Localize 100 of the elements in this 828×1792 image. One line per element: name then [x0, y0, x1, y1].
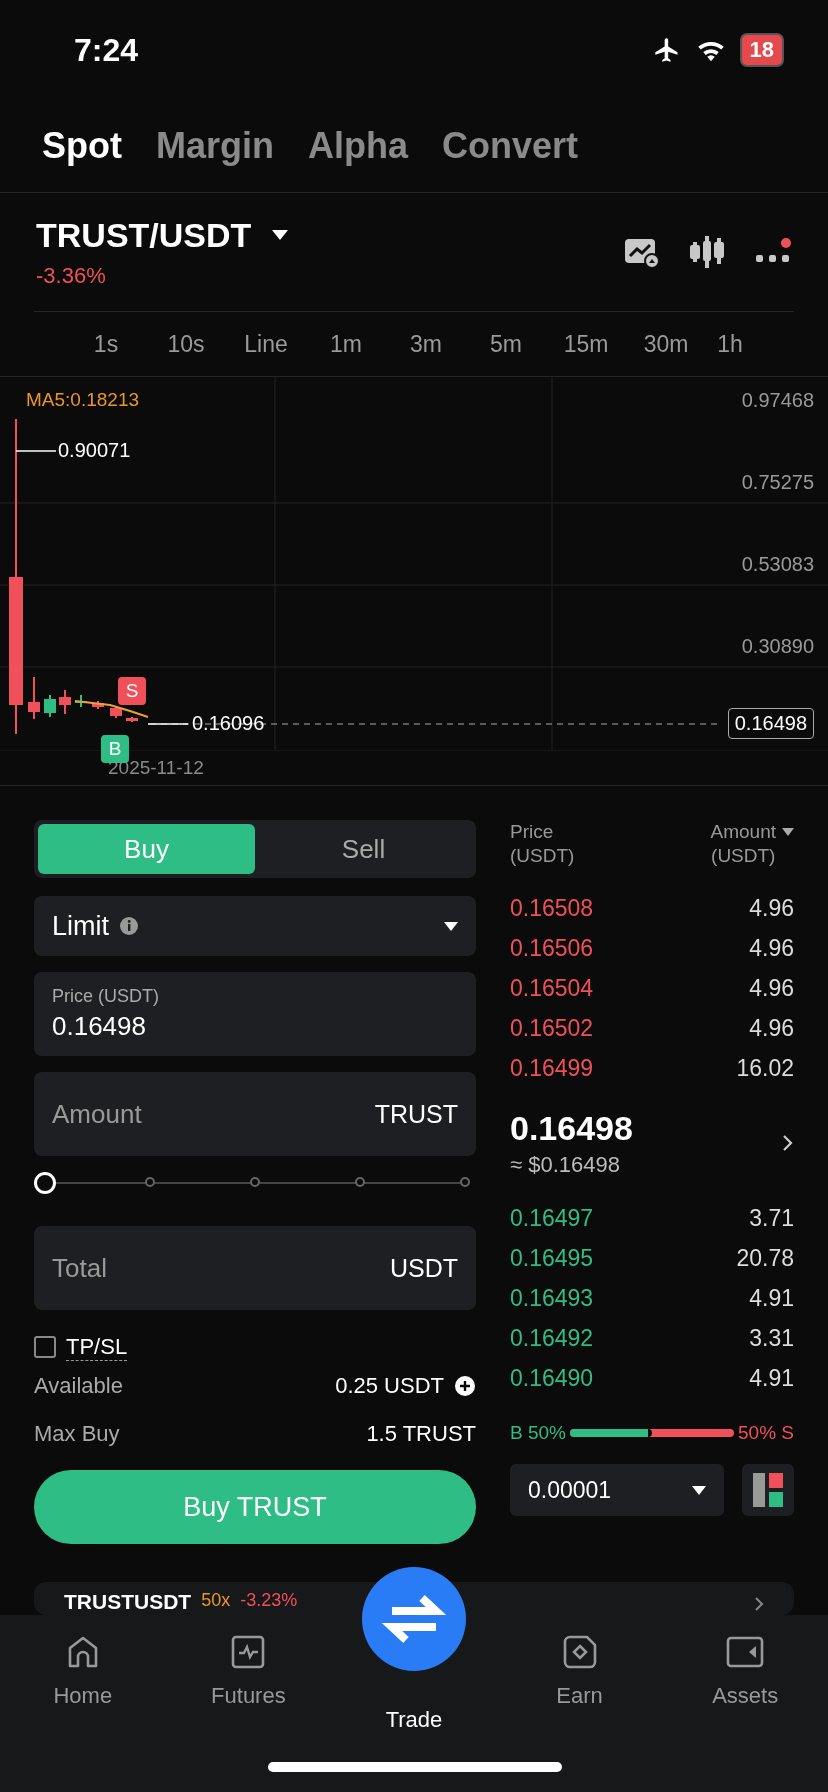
- slider-thumb[interactable]: [34, 1172, 56, 1194]
- axis-label: 0.53083: [741, 553, 814, 576]
- market-tab[interactable]: Margin: [156, 125, 274, 167]
- column-header[interactable]: Amount (USDT): [710, 820, 776, 868]
- caret-icon[interactable]: [271, 229, 290, 241]
- caret-icon[interactable]: [782, 828, 794, 836]
- slider-stop[interactable]: [460, 1177, 470, 1187]
- bid-amount: 4.91: [749, 1284, 794, 1312]
- ask-amount: 16.02: [736, 1054, 794, 1082]
- interval-tab[interactable]: 10s: [146, 330, 226, 358]
- candle: [59, 690, 71, 714]
- interval-tab[interactable]: Line: [226, 330, 306, 358]
- bid-amount: 4.91: [749, 1364, 794, 1392]
- interval-tab[interactable]: 1m: [306, 330, 386, 358]
- bid-price: 0.16490: [510, 1364, 594, 1392]
- ask-price: 0.16508: [510, 894, 594, 922]
- bid-amount: 3.71: [749, 1204, 794, 1232]
- sell-marker: S: [118, 677, 146, 705]
- bid-amount: 3.31: [749, 1324, 794, 1352]
- bid-price: 0.16492: [510, 1324, 594, 1352]
- axis-label: 0.75275: [741, 471, 814, 494]
- bid-price: 0.16495: [510, 1244, 594, 1272]
- bid-amount: 20.78: [736, 1244, 794, 1272]
- market-tab[interactable]: Convert: [442, 125, 579, 167]
- slider-stop[interactable]: [355, 1177, 365, 1187]
- market-tab[interactable]: Alpha: [308, 125, 408, 167]
- ask-price: 0.16502: [510, 1014, 594, 1042]
- max-buy-label: Max Buy: [34, 1421, 120, 1447]
- ask-price: 0.16504: [510, 974, 594, 1002]
- axis-label: 0.97468: [741, 389, 814, 412]
- sell-ratio-label: 50% S: [738, 1422, 794, 1444]
- ask-amount: 4.96: [749, 974, 794, 1002]
- slider-stop[interactable]: [250, 1177, 260, 1187]
- last-price: 0.16498: [510, 1108, 633, 1148]
- caret-icon: [444, 921, 458, 931]
- nav-tab[interactable]: Assets: [662, 1633, 828, 1733]
- chevron-right-icon[interactable]: [782, 1134, 794, 1152]
- nav-tab[interactable]: Earn: [496, 1633, 663, 1733]
- battery-level: 18: [739, 33, 784, 67]
- candle: [44, 695, 56, 717]
- last-price-usd: ≈ $0.16498: [510, 1151, 621, 1178]
- status-time: 7:24: [74, 31, 139, 69]
- last-price-tag: 0.16498: [727, 708, 814, 739]
- nav-tab[interactable]: Trade: [331, 1687, 497, 1733]
- caret-icon: [692, 1485, 706, 1495]
- low-price-label: 0.16096: [192, 712, 265, 735]
- column-header: Price (USDT): [510, 820, 575, 868]
- ask-price: 0.16499: [510, 1054, 594, 1082]
- add-icon[interactable]: [454, 1375, 476, 1397]
- order-type-dropdown[interactable]: Limit: [34, 896, 476, 956]
- buy-marker: B: [101, 735, 129, 763]
- high-price-label: 0.90071: [58, 439, 131, 462]
- ask-price: 0.16506: [510, 934, 594, 962]
- slider-stop[interactable]: [145, 1177, 155, 1187]
- interval-tab[interactable]: 5m: [466, 330, 546, 358]
- candle: [110, 706, 122, 718]
- axis-label: 0.30890: [741, 635, 814, 658]
- price-field[interactable]: Price (USDT) 0.16498: [34, 972, 476, 1056]
- bid-price: 0.16493: [510, 1284, 594, 1312]
- candle: [92, 701, 104, 709]
- interval-tab[interactable]: 30m: [626, 330, 706, 358]
- candlestick-icon[interactable]: [690, 235, 724, 269]
- side-tab[interactable]: Sell: [255, 824, 472, 874]
- candle: [126, 717, 138, 722]
- leader-line: [15, 450, 57, 452]
- amount-field[interactable]: Amount TRUST: [34, 1072, 476, 1156]
- nav-tab[interactable]: Home: [0, 1633, 166, 1733]
- interval-tab[interactable]: 1h: [716, 330, 744, 358]
- chevron-right-icon: [754, 1596, 764, 1612]
- chart-alert-icon[interactable]: [624, 236, 660, 268]
- field-value: 0.16498: [52, 1011, 147, 1042]
- market-tab[interactable]: Spot: [42, 125, 122, 167]
- info-icon: [119, 916, 139, 936]
- nav-tab[interactable]: Futures: [165, 1633, 332, 1733]
- ma-label: MA5:0.18213: [26, 389, 140, 411]
- candle: [28, 677, 40, 719]
- futures-symbol: TRUSTUSDT: [64, 1590, 192, 1614]
- checkbox[interactable]: [34, 1336, 56, 1358]
- ask-amount: 4.96: [749, 894, 794, 922]
- pair-name[interactable]: TRUST/USDT: [36, 215, 252, 255]
- bid-price: 0.16497: [510, 1204, 594, 1232]
- layout-button[interactable]: [742, 1464, 794, 1516]
- tpsl-label[interactable]: TP/SL: [66, 1333, 128, 1361]
- chart-icon: [230, 1633, 267, 1671]
- total-field[interactable]: Total USDT: [34, 1226, 476, 1310]
- diamond-box-icon: [561, 1633, 598, 1671]
- leader-line: [147, 723, 189, 725]
- max-buy-value: 1.5 TRUST: [366, 1421, 476, 1447]
- available-label: Available: [34, 1373, 123, 1399]
- leverage-label: 50x: [201, 1590, 231, 1611]
- interval-tab[interactable]: 15m: [546, 330, 626, 358]
- price-change: -3.36%: [36, 262, 107, 289]
- precision-dropdown[interactable]: 0.00001: [510, 1464, 724, 1516]
- ask-amount: 4.96: [749, 1014, 794, 1042]
- buy-ratio-label: B 50%: [510, 1422, 566, 1444]
- interval-tab[interactable]: 1s: [90, 330, 122, 358]
- interval-tab[interactable]: 3m: [386, 330, 466, 358]
- swap-button[interactable]: [362, 1567, 466, 1671]
- futures-change: -3.23%: [240, 1590, 298, 1611]
- field-label: Price (USDT): [52, 986, 160, 1007]
